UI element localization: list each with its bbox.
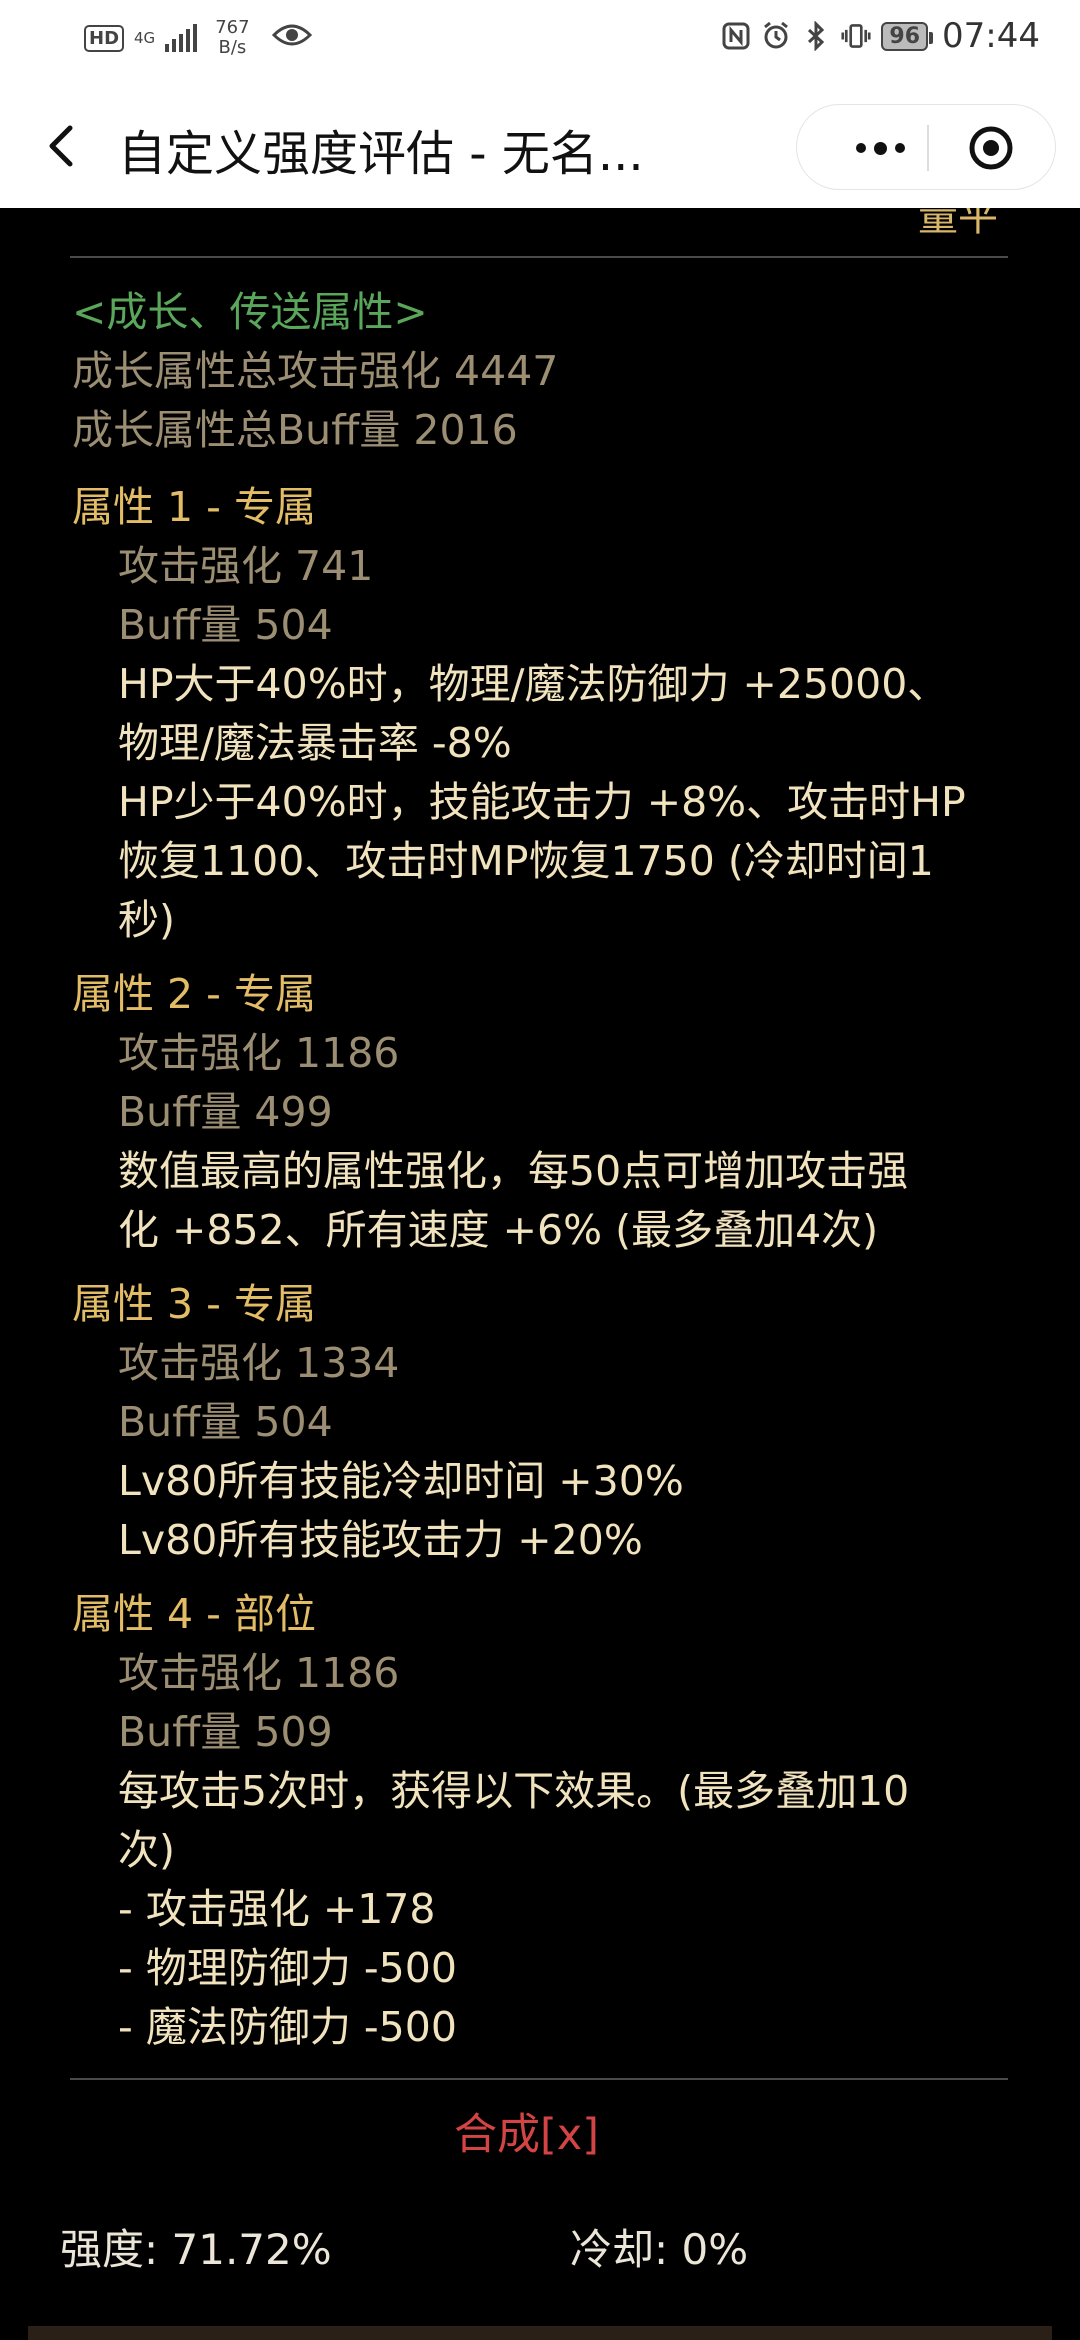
attr4-desc-line: 每攻击5次时，获得以下效果。(最多叠加10 bbox=[118, 1767, 910, 1815]
signal-icon bbox=[165, 24, 198, 52]
growth-total-buff: 成长属性总Buff量 2016 bbox=[72, 406, 518, 454]
attr2-desc-line: 数值最高的属性强化，每50点可增加攻击强 bbox=[118, 1147, 909, 1195]
attr1-desc-line: HP大于40%时，物理/魔法防御力 +25000、 bbox=[118, 660, 949, 708]
attr4-attack: 攻击强化 1186 bbox=[118, 1649, 400, 1697]
attr1-desc-line: 恢复1100、攻击时MP恢复1750 (冷却时间1 bbox=[118, 837, 934, 885]
network-type: 4G bbox=[134, 28, 156, 47]
hd-badge: HD bbox=[84, 24, 125, 52]
net-speed-unit: B/s bbox=[218, 37, 247, 58]
divider-bottom bbox=[70, 2078, 1008, 2080]
attr1-desc-line: 物理/魔法暴击率 -8% bbox=[118, 719, 512, 767]
attr4-desc-line: - 攻击强化 +178 bbox=[118, 1885, 436, 1933]
alarm-icon bbox=[761, 21, 791, 51]
back-button[interactable] bbox=[38, 118, 88, 174]
more-dots-icon bbox=[855, 143, 866, 153]
status-bar: HD 4G 767 B/s 96 07:44 bbox=[0, 0, 1080, 80]
more-button[interactable] bbox=[835, 105, 925, 191]
bottom-bar bbox=[28, 2326, 1052, 2340]
net-speed: 767 B/s bbox=[215, 18, 249, 58]
strength-value: 强度: 71.72% bbox=[60, 2225, 332, 2274]
top-bar: HD 4G 767 B/s 96 07:44 自定义强度评估 - 无名... bbox=[0, 0, 1080, 208]
attr3-header: 属性 3 - 专属 bbox=[72, 1280, 316, 1328]
growth-total-attack: 成长属性总攻击强化 4447 bbox=[72, 347, 559, 395]
close-button[interactable] bbox=[967, 124, 1015, 172]
clipped-text: 量平 bbox=[918, 208, 998, 240]
attr1-header: 属性 1 - 专属 bbox=[72, 483, 316, 531]
title-bar: 自定义强度评估 - 无名... bbox=[0, 92, 1080, 202]
attr3-buff: Buff量 504 bbox=[118, 1398, 333, 1446]
bluetooth-icon bbox=[801, 21, 831, 51]
mini-program-capsule bbox=[796, 104, 1056, 190]
nfc-icon bbox=[721, 21, 751, 51]
attr3-desc-line: Lv80所有技能攻击力 +20% bbox=[118, 1516, 643, 1564]
capsule-divider bbox=[927, 125, 929, 171]
attr4-buff: Buff量 509 bbox=[118, 1708, 333, 1756]
attr1-attack: 攻击强化 741 bbox=[118, 542, 374, 590]
attr1-buff: Buff量 504 bbox=[118, 601, 333, 649]
chevron-left-icon bbox=[49, 125, 73, 167]
attr2-attack: 攻击强化 1186 bbox=[118, 1029, 400, 1077]
attribute-detail-panel: 量平 <成长、传送属性> 成长属性总攻击强化 4447 成长属性总Buff量 2… bbox=[0, 208, 1080, 2340]
attr4-desc-line: 次) bbox=[118, 1826, 175, 1874]
attr4-desc-line: - 魔法防御力 -500 bbox=[118, 2003, 457, 2051]
divider-top bbox=[70, 256, 1008, 258]
attr4-header: 属性 4 - 部位 bbox=[72, 1590, 316, 1638]
vibrate-icon bbox=[841, 21, 871, 51]
growth-section-header: <成长、传送属性> bbox=[72, 288, 428, 336]
net-speed-value: 767 bbox=[215, 17, 250, 38]
attr1-desc-line: 秒) bbox=[118, 896, 175, 944]
attr4-desc-line: - 物理防御力 -500 bbox=[118, 1944, 457, 1992]
page-title: 自定义强度评估 - 无名... bbox=[118, 126, 644, 182]
battery-indicator: 96 bbox=[881, 21, 933, 51]
attr3-desc-line: Lv80所有技能冷却时间 +30% bbox=[118, 1457, 684, 1505]
cooldown-value: 冷却: 0% bbox=[570, 2225, 749, 2274]
target-icon bbox=[969, 126, 1013, 170]
attr2-buff: Buff量 499 bbox=[118, 1088, 333, 1136]
attr1-desc-line: HP少于40%时，技能攻击力 +8%、攻击时HP bbox=[118, 778, 966, 826]
attr2-header: 属性 2 - 专属 bbox=[72, 970, 316, 1018]
eye-icon bbox=[271, 18, 312, 58]
synth-button[interactable]: 合成[x] bbox=[454, 2106, 599, 2165]
attr3-attack: 攻击强化 1334 bbox=[118, 1339, 400, 1387]
status-time: 07:44 bbox=[942, 16, 1040, 56]
attr2-desc-line: 化 +852、所有速度 +6% (最多叠加4次) bbox=[118, 1206, 879, 1254]
